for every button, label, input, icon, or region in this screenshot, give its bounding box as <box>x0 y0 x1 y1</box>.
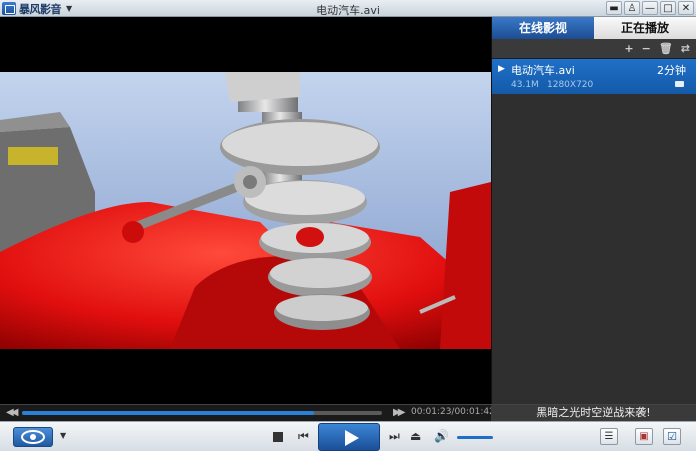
window-title: 电动汽车.avi <box>316 4 380 17</box>
checkbox-icon: ☑ <box>667 430 677 443</box>
tab-now-playing[interactable]: 正在播放 <box>594 17 696 39</box>
playlist-item-size: 43.1M <box>511 80 539 90</box>
eye-icon <box>21 430 45 444</box>
progress-fill <box>22 411 314 415</box>
fast-forward-icon[interactable]: ▶▶ <box>393 407 406 418</box>
list-icon: ☰ <box>604 431 614 442</box>
video-area[interactable] <box>0 17 491 404</box>
promo-banner[interactable]: 黑暗之光时空逆战来袭! <box>491 404 696 421</box>
playlist-item-resolution: 1280X720 <box>547 80 594 90</box>
tab-online-video[interactable]: 在线影视 <box>492 17 594 39</box>
next-button[interactable]: ⏭ <box>389 429 400 444</box>
maximize-icon[interactable]: □ <box>660 1 676 15</box>
control-bar: ▼ ⏮ ⏭ ⏏ 🔊 ☰ ▣ ☑ <box>0 421 696 451</box>
playlist-item-name: 电动汽车.avi <box>511 64 575 77</box>
video-frame <box>0 72 491 349</box>
play-button[interactable] <box>318 423 380 451</box>
progress-track[interactable] <box>22 411 382 415</box>
playlist-item[interactable]: ▶ 电动汽车.avi 2分钟 43.1M 1280X720 <box>492 59 696 94</box>
feedback-icon[interactable]: ▬ <box>606 1 622 15</box>
toolbox-icon: ▣ <box>639 431 649 442</box>
playlist-item-duration: 2分钟 <box>657 64 686 77</box>
progress-bar-area: ◀◀ ▶▶ 00:01:23/00:01:42 <box>0 404 495 421</box>
title-bar: 暴风影音 ▼ 电动汽车.avi ▬ ♙ — □ ✕ <box>0 0 696 17</box>
playlist-toggle-button[interactable]: ☰ <box>600 428 618 445</box>
previous-button[interactable]: ⏮ <box>298 429 309 444</box>
volume-icon[interactable]: 🔊 <box>434 429 449 443</box>
chevron-down-icon[interactable]: ▼ <box>60 431 66 440</box>
toolbox-button[interactable]: ▣ <box>635 428 653 445</box>
checklist-button[interactable]: ☑ <box>663 428 681 445</box>
folder-icon[interactable] <box>675 81 684 87</box>
add-icon[interactable]: + <box>624 42 633 55</box>
close-icon[interactable]: ✕ <box>678 1 694 15</box>
loop-icon[interactable]: ⇄ <box>681 42 690 55</box>
volume-slider[interactable] <box>457 436 493 439</box>
skin-icon[interactable]: ♙ <box>624 1 640 15</box>
rewind-icon[interactable]: ◀◀ <box>6 407 19 418</box>
stop-button[interactable] <box>273 432 283 442</box>
minimize-icon[interactable]: — <box>642 1 658 15</box>
eject-button[interactable]: ⏏ <box>410 429 421 443</box>
time-display: 00:01:23/00:01:42 <box>411 407 495 417</box>
playing-indicator-icon: ▶ <box>498 64 505 74</box>
eye-button[interactable] <box>13 427 53 447</box>
playlist-toolbar: + − 🗑 ⇄ <box>492 39 696 59</box>
playlist-panel: 在线影视 正在播放 + − 🗑 ⇄ ▶ 电动汽车.avi 2分钟 43.1M 1… <box>491 17 696 404</box>
remove-icon[interactable]: − <box>642 42 651 55</box>
delete-icon[interactable]: 🗑 <box>659 42 673 55</box>
play-icon <box>345 430 359 446</box>
